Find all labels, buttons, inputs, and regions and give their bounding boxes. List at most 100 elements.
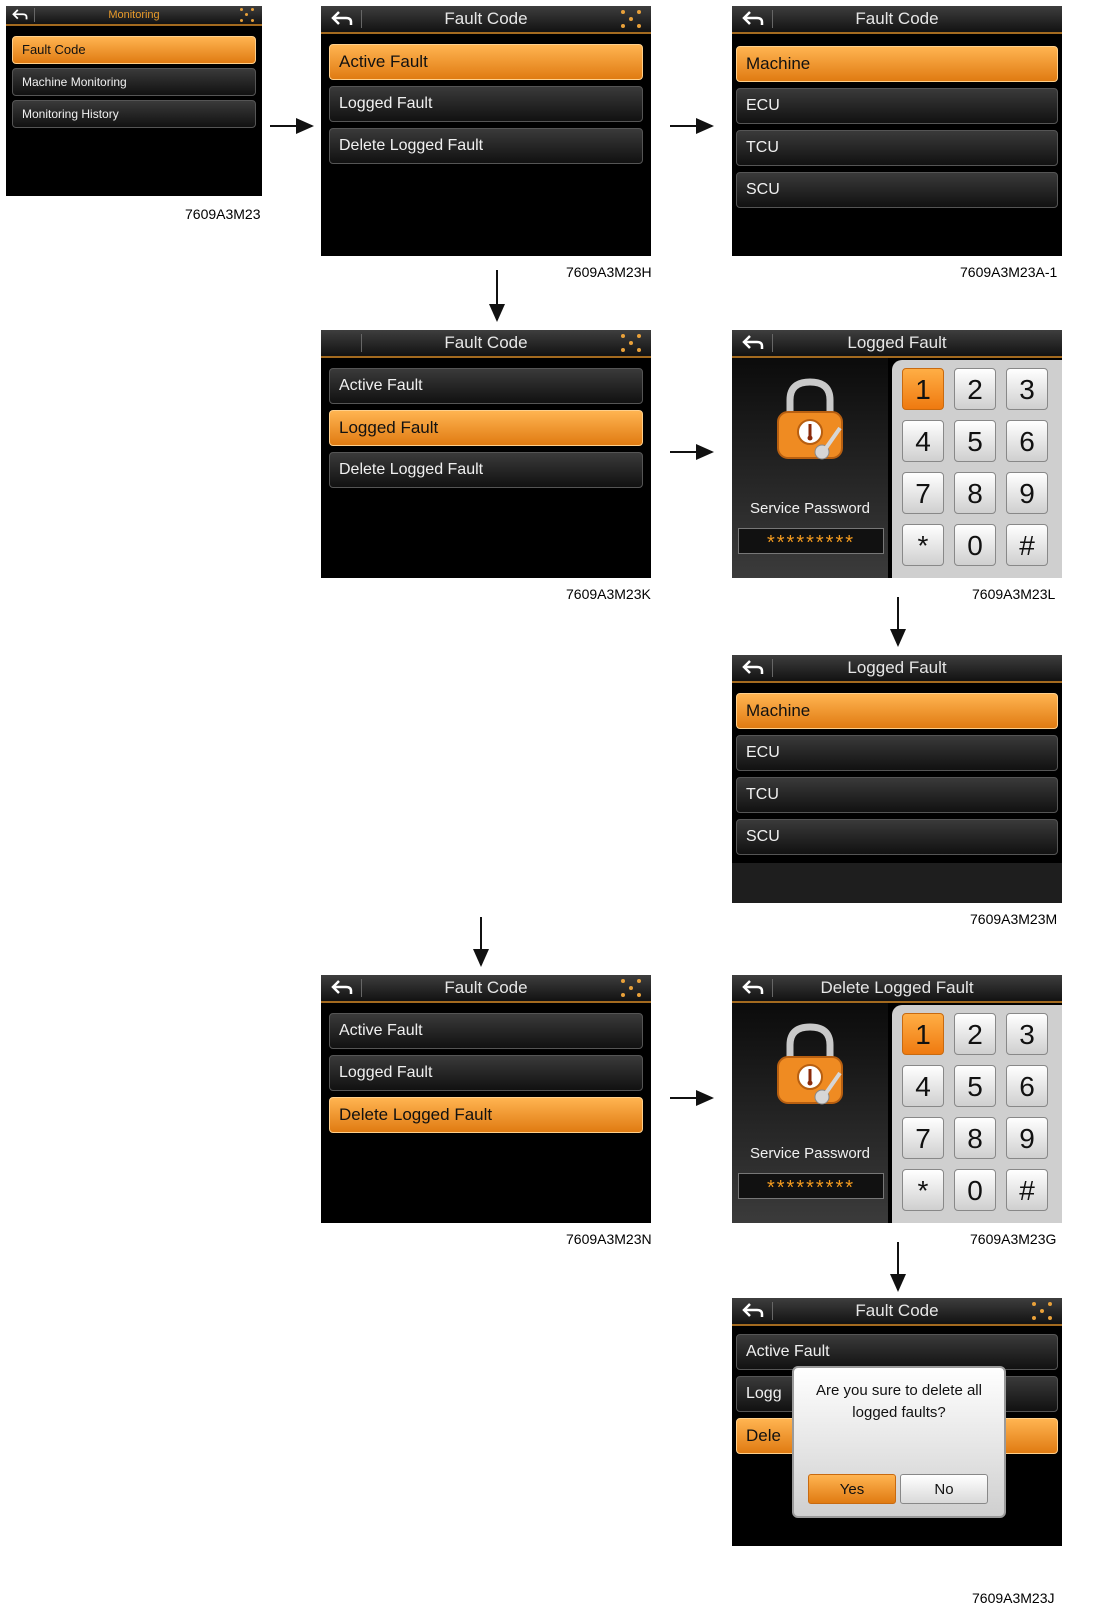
screen-fault-code-active: Fault Code Active Fault Logged Fault Del…	[321, 6, 651, 256]
header-title: Monitoring	[108, 9, 160, 21]
key-hash[interactable]: #	[1006, 524, 1048, 566]
header-title: Logged Fault	[847, 658, 947, 677]
menu-item-machine[interactable]: Machine	[736, 693, 1058, 729]
header-title: Fault Code	[444, 978, 528, 997]
key-9[interactable]: 9	[1006, 1117, 1048, 1159]
header-bar: Fault Code	[732, 6, 1062, 34]
header-bar: Fault Code	[321, 6, 651, 34]
menu-item-logged-fault[interactable]: Logged Fault	[329, 410, 643, 446]
key-0[interactable]: 0	[954, 524, 996, 566]
password-label: Service Password	[749, 1145, 871, 1162]
key-7[interactable]: 7	[902, 1117, 944, 1159]
screen-delete-confirm: Fault Code Active Fault Logg Dele Are yo…	[732, 1298, 1062, 1546]
menu-item-active-fault[interactable]: Active Fault	[329, 1013, 643, 1049]
caption: 7609A3M23H	[566, 264, 652, 280]
header-bar: Delete Logged Fault	[732, 975, 1062, 1003]
menu-item-tcu[interactable]: TCU	[736, 777, 1058, 813]
key-4[interactable]: 4	[902, 420, 944, 462]
menu-item-fault-code[interactable]: Fault Code	[12, 36, 256, 64]
dots-menu-icon[interactable]	[240, 8, 254, 22]
screen-fault-code-machine: Fault Code Machine ECU TCU SCU	[732, 6, 1062, 256]
key-8[interactable]: 8	[954, 1117, 996, 1159]
header-title: Fault Code	[444, 333, 528, 352]
menu-item-active-fault[interactable]: Active Fault	[736, 1334, 1058, 1370]
screen-logged-fault-password: Logged Fault Service Password ********* …	[732, 330, 1062, 578]
key-2[interactable]: 2	[954, 368, 996, 410]
menu-item-tcu[interactable]: TCU	[736, 130, 1058, 166]
key-4[interactable]: 4	[902, 1065, 944, 1107]
header-bar: Logged Fault	[732, 655, 1062, 683]
dots-menu-icon[interactable]	[621, 979, 641, 997]
menu-item-ecu[interactable]: ECU	[736, 735, 1058, 771]
caption: 7609A3M23M	[970, 911, 1058, 927]
lock-panel: Service Password *********	[732, 358, 888, 578]
key-9[interactable]: 9	[1006, 472, 1048, 514]
caption: 7609A3M23N	[566, 1231, 652, 1247]
dots-menu-icon[interactable]	[621, 334, 641, 352]
menu-item-ecu[interactable]: ECU	[736, 88, 1058, 124]
lock-panel: Service Password *********	[732, 1003, 888, 1223]
caption: 7609A3M23G	[970, 1231, 1057, 1247]
menu-item-machine-monitoring[interactable]: Machine Monitoring	[12, 68, 256, 96]
key-7[interactable]: 7	[902, 472, 944, 514]
menu-item-scu[interactable]: SCU	[736, 819, 1058, 855]
dots-menu-icon[interactable]	[1032, 1302, 1052, 1320]
key-8[interactable]: 8	[954, 472, 996, 514]
key-hash[interactable]: #	[1006, 1169, 1048, 1211]
menu-item-active-fault[interactable]: Active Fault	[329, 44, 643, 80]
header-bar: Fault Code	[732, 1298, 1062, 1326]
header-bar: Fault Code	[321, 975, 651, 1003]
header-title: Logged Fault	[847, 333, 947, 352]
yes-button[interactable]: Yes	[808, 1474, 896, 1504]
padlock-icon	[777, 378, 843, 460]
footer-bar	[732, 863, 1062, 903]
header-title: Delete Logged Fault	[820, 978, 974, 997]
dots-menu-icon[interactable]	[621, 10, 641, 28]
screen-fault-code-logged: Fault Code Active Fault Logged Fault Del…	[321, 330, 651, 578]
header-bar: Fault Code	[321, 330, 651, 358]
menu-item-monitoring-history[interactable]: Monitoring History	[12, 100, 256, 128]
menu-item-scu[interactable]: SCU	[736, 172, 1058, 208]
menu-item-delete-logged-fault[interactable]: Delete Logged Fault	[329, 128, 643, 164]
header-bar: Logged Fault	[732, 330, 1062, 358]
key-5[interactable]: 5	[954, 420, 996, 462]
key-2[interactable]: 2	[954, 1013, 996, 1055]
header-bar: Monitoring	[6, 6, 262, 26]
dialog-message: Are you sure to delete all logged faults…	[816, 1382, 982, 1421]
no-button[interactable]: No	[900, 1474, 988, 1504]
numeric-keypad: 1 2 3 4 5 6 7 8 9 * 0 #	[892, 1005, 1062, 1223]
screen-fault-code-delete: Fault Code Active Fault Logged Fault Del…	[321, 975, 651, 1223]
key-1[interactable]: 1	[902, 1013, 944, 1055]
header-title: Fault Code	[444, 9, 528, 28]
password-field[interactable]: *********	[738, 1173, 884, 1199]
caption: 7609A3M23A-1	[960, 264, 1058, 280]
key-5[interactable]: 5	[954, 1065, 996, 1107]
screen-monitoring: Monitoring Fault Code Machine Monitoring…	[6, 6, 262, 196]
key-3[interactable]: 3	[1006, 368, 1048, 410]
key-star[interactable]: *	[902, 524, 944, 566]
password-field[interactable]: *********	[738, 528, 884, 554]
key-6[interactable]: 6	[1006, 420, 1048, 462]
caption: 7609A3M23L	[972, 586, 1056, 602]
confirm-dialog: Are you sure to delete all logged faults…	[792, 1366, 1006, 1518]
key-3[interactable]: 3	[1006, 1013, 1048, 1055]
caption: 7609A3M23K	[566, 586, 651, 602]
key-star[interactable]: *	[902, 1169, 944, 1211]
header-title: Fault Code	[855, 9, 939, 28]
screen-delete-logged-fault-password: Delete Logged Fault Service Password ***…	[732, 975, 1062, 1223]
caption: 7609A3M23J	[972, 1590, 1055, 1606]
menu-item-logged-fault[interactable]: Logged Fault	[329, 1055, 643, 1091]
menu-item-delete-logged-fault[interactable]: Delete Logged Fault	[329, 1097, 643, 1133]
password-label: Service Password	[749, 500, 871, 517]
numeric-keypad: 1 2 3 4 5 6 7 8 9 * 0 #	[892, 360, 1062, 578]
menu-item-logged-fault[interactable]: Logged Fault	[329, 86, 643, 122]
key-1[interactable]: 1	[902, 368, 944, 410]
header-title: Fault Code	[855, 1301, 939, 1320]
menu-item-delete-logged-fault[interactable]: Delete Logged Fault	[329, 452, 643, 488]
screen-logged-fault-machine: Logged Fault Machine ECU TCU SCU	[732, 655, 1062, 903]
key-6[interactable]: 6	[1006, 1065, 1048, 1107]
padlock-icon	[777, 1023, 843, 1105]
key-0[interactable]: 0	[954, 1169, 996, 1211]
menu-item-machine[interactable]: Machine	[736, 46, 1058, 82]
menu-item-active-fault[interactable]: Active Fault	[329, 368, 643, 404]
